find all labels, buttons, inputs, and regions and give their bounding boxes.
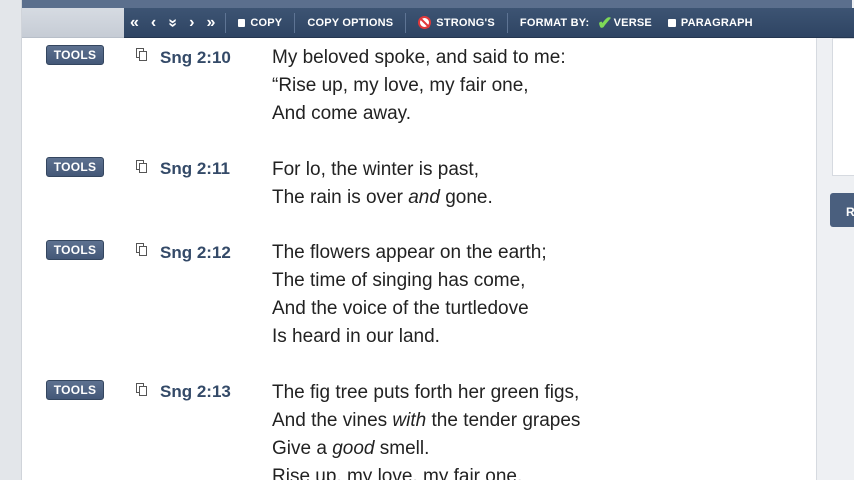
verse-line: The rain is over and gone.	[272, 184, 493, 212]
verse-text: For lo, the winter is past, The rain is o…	[272, 156, 493, 212]
verse-text-segment: The flowers appear on the earth;	[272, 242, 547, 263]
tools-button[interactable]: TOOLS	[46, 240, 104, 260]
verse-text-segment: And the vines	[272, 410, 393, 431]
verse-line: The flowers appear on the earth;	[272, 239, 547, 267]
toolbar-divider	[506, 12, 508, 33]
copy-verse-icon[interactable]	[136, 243, 147, 256]
verse-text-segment: The rain is over	[272, 187, 409, 208]
format-paragraph-option[interactable]: PARAGRAPH	[660, 8, 761, 38]
verse-text: My beloved spoke, and said to me: “Rise u…	[272, 44, 566, 128]
verse-text-segment: The fig tree puts forth her green figs,	[272, 382, 580, 403]
copy-square-icon	[238, 18, 246, 27]
chapter-navigation: « ‹ » › »	[124, 8, 221, 38]
format-verse-option[interactable]: ✔ VERSE	[597, 8, 660, 38]
copy-label: COPY	[250, 16, 283, 29]
format-by-label: FORMAT BY:	[519, 16, 590, 29]
verse-line: For lo, the winter is past,	[272, 156, 493, 184]
checkbox-icon	[667, 18, 676, 27]
verse-text-segment: the tender grapes	[426, 410, 581, 431]
first-chapter-button[interactable]: «	[124, 8, 145, 38]
copy-verse-icon[interactable]	[136, 160, 147, 173]
verse-text-segment: gone.	[439, 187, 493, 208]
strongs-label: STRONG'S	[436, 16, 495, 29]
verse-text-segment: “Rise up, my love, my fair one,	[272, 75, 529, 96]
verse-line: Rise up, my love, my fair one,	[272, 463, 580, 480]
toolbar-divider	[294, 12, 296, 33]
verse-line: The fig tree puts forth her green figs,	[272, 379, 580, 407]
toolbar-divider	[225, 12, 227, 33]
copy-verse-icon[interactable]	[136, 48, 147, 61]
tools-button[interactable]: TOOLS	[46, 380, 104, 400]
verse-line: My beloved spoke, and said to me:	[272, 44, 566, 72]
last-chapter-button[interactable]: »	[200, 8, 221, 38]
copy-options-button[interactable]: COPY OPTIONS	[299, 8, 401, 38]
verse-line: Is heard in our land.	[272, 323, 547, 351]
toolbar-divider	[405, 12, 407, 33]
verse-label: VERSE	[613, 16, 652, 29]
tools-button[interactable]: TOOLS	[46, 45, 104, 65]
verse-text-segment: Is heard in our land.	[272, 326, 440, 347]
passage-toolbar: « ‹ » › » COPY COPY OPTIONS STRONG'S FOR…	[124, 8, 854, 38]
copy-button[interactable]: COPY	[230, 8, 290, 38]
verse-text-segment: The time of singing has come,	[272, 270, 526, 291]
verse-text-segment: Rise up, my love, my fair one,	[272, 466, 523, 480]
prohibited-icon	[418, 16, 432, 29]
verse-line: And the voice of the turtledove	[272, 295, 547, 323]
verse-text-segment: And the voice of the turtledove	[272, 298, 529, 319]
verse-reference[interactable]: Sng 2:12	[160, 243, 231, 263]
toolbar-left-area	[22, 8, 124, 38]
checkmark-icon: ✔	[597, 12, 613, 33]
verse-reference[interactable]: Sng 2:13	[160, 382, 231, 402]
italic-word: and	[408, 187, 440, 208]
verse-line: And come away.	[272, 100, 566, 128]
verse-reference[interactable]: Sng 2:10	[160, 48, 231, 68]
verse-line: The time of singing has come,	[272, 267, 547, 295]
verse-text-segment: smell.	[374, 438, 430, 459]
tools-button[interactable]: TOOLS	[46, 157, 104, 177]
left-gutter	[0, 0, 22, 480]
italic-word: with	[392, 410, 427, 431]
verse-text-segment: My beloved spoke, and said to me:	[272, 47, 566, 68]
bible-reader-page: R « ‹ » › » COPY COPY OPTIONS STRONG'S F…	[0, 0, 854, 480]
verse-text: The flowers appear on the earth; The time…	[272, 239, 547, 351]
verse-line: Give a good smell.	[272, 435, 580, 463]
strongs-toggle[interactable]: STRONG'S	[410, 8, 503, 38]
verse-text-segment: And come away.	[272, 103, 412, 124]
right-sidebar-card	[832, 38, 854, 176]
verse-line: “Rise up, my love, my fair one,	[272, 72, 566, 100]
verse-text: The fig tree puts forth her green figs, A…	[272, 379, 580, 480]
paragraph-label: PARAGRAPH	[680, 16, 753, 29]
verse-text-segment: Give a	[272, 438, 333, 459]
verse-text-segment: For lo, the winter is past,	[272, 159, 479, 180]
right-sidebar-tab[interactable]: R	[830, 193, 854, 227]
verse-reference[interactable]: Sng 2:11	[160, 159, 230, 179]
current-verse-button[interactable]: »	[158, 12, 188, 33]
verse-line: And the vines with the tender grapes	[272, 407, 580, 435]
copy-verse-icon[interactable]	[136, 383, 147, 396]
italic-word: good	[332, 438, 375, 459]
